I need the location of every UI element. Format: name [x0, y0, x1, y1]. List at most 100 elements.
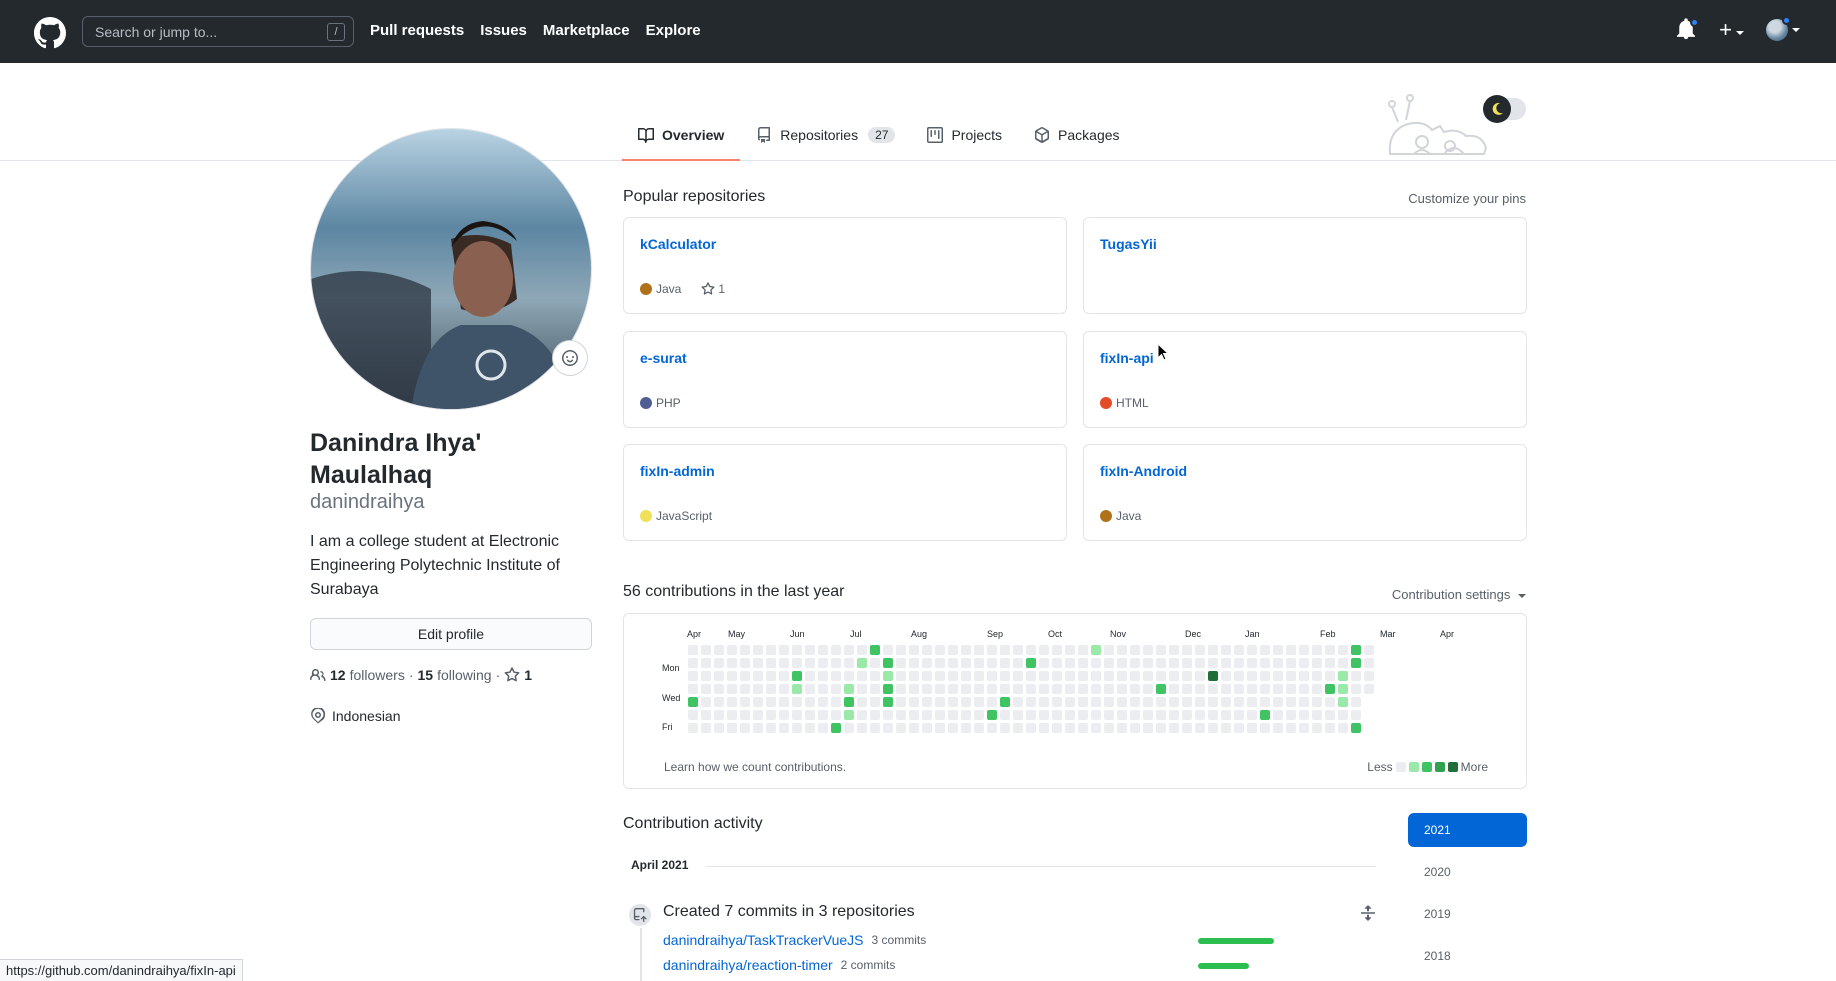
- contribution-day[interactable]: [727, 658, 737, 668]
- contribution-day[interactable]: [727, 723, 737, 733]
- contribution-day[interactable]: [753, 684, 763, 694]
- contribution-day[interactable]: [1286, 658, 1296, 668]
- pinned-repo-name[interactable]: e-surat: [640, 350, 687, 366]
- pinned-repo-name[interactable]: fixIn-Android: [1100, 463, 1187, 479]
- contribution-day[interactable]: [1117, 710, 1127, 720]
- contribution-day[interactable]: [701, 710, 711, 720]
- contribution-day[interactable]: [688, 645, 698, 655]
- contribution-day[interactable]: [909, 658, 919, 668]
- contribution-day[interactable]: [1143, 723, 1153, 733]
- contribution-day[interactable]: [922, 697, 932, 707]
- contribution-day[interactable]: [844, 658, 854, 668]
- contribution-day[interactable]: [1078, 684, 1088, 694]
- nav-explore[interactable]: Explore: [646, 22, 701, 39]
- contribution-day[interactable]: [987, 710, 997, 720]
- contribution-day[interactable]: [805, 645, 815, 655]
- contribution-day[interactable]: [1247, 645, 1257, 655]
- contribution-day[interactable]: [1013, 645, 1023, 655]
- following-count[interactable]: 15: [418, 667, 434, 683]
- profile-avatar[interactable]: [310, 128, 592, 410]
- activity-repo-link[interactable]: danindraihya/reaction-timer: [663, 957, 833, 973]
- contribution-day[interactable]: [987, 697, 997, 707]
- contribution-day[interactable]: [1169, 697, 1179, 707]
- contribution-day[interactable]: [909, 684, 919, 694]
- contribution-day[interactable]: [896, 645, 906, 655]
- contribution-day[interactable]: [1052, 645, 1062, 655]
- contribution-day[interactable]: [844, 697, 854, 707]
- contribution-day[interactable]: [1065, 697, 1075, 707]
- contribution-day[interactable]: [766, 658, 776, 668]
- pinned-repo-name[interactable]: fixIn-admin: [640, 463, 715, 479]
- contribution-day[interactable]: [740, 710, 750, 720]
- contribution-day[interactable]: [1052, 671, 1062, 681]
- contribution-day[interactable]: [714, 645, 724, 655]
- contribution-day[interactable]: [935, 658, 945, 668]
- contribution-day[interactable]: [1312, 671, 1322, 681]
- contribution-day[interactable]: [1221, 723, 1231, 733]
- stars-count[interactable]: 1: [524, 667, 532, 683]
- contribution-day[interactable]: [792, 723, 802, 733]
- contribution-day[interactable]: [688, 671, 698, 681]
- contribution-day[interactable]: [779, 645, 789, 655]
- contribution-day[interactable]: [1338, 710, 1348, 720]
- contribution-day[interactable]: [1039, 697, 1049, 707]
- contribution-day[interactable]: [792, 671, 802, 681]
- contribution-day[interactable]: [779, 684, 789, 694]
- contribution-day[interactable]: [1325, 684, 1335, 694]
- contribution-day[interactable]: [1143, 658, 1153, 668]
- contribution-day[interactable]: [818, 684, 828, 694]
- contribution-day[interactable]: [844, 645, 854, 655]
- contribution-day[interactable]: [1208, 684, 1218, 694]
- contribution-day[interactable]: [974, 671, 984, 681]
- contribution-day[interactable]: [831, 723, 841, 733]
- contribution-day[interactable]: [1117, 723, 1127, 733]
- contribution-day[interactable]: [1247, 684, 1257, 694]
- contribution-day[interactable]: [714, 697, 724, 707]
- nav-marketplace[interactable]: Marketplace: [543, 22, 630, 39]
- contribution-day[interactable]: [870, 684, 880, 694]
- contribution-day[interactable]: [857, 645, 867, 655]
- contribution-day[interactable]: [1299, 697, 1309, 707]
- contribution-day[interactable]: [779, 658, 789, 668]
- contribution-day[interactable]: [1221, 645, 1231, 655]
- contribution-day[interactable]: [1052, 684, 1062, 694]
- contribution-day[interactable]: [974, 710, 984, 720]
- contribution-day[interactable]: [1013, 671, 1023, 681]
- contribution-day[interactable]: [1052, 658, 1062, 668]
- contribution-day[interactable]: [1286, 645, 1296, 655]
- contribution-day[interactable]: [792, 684, 802, 694]
- contribution-day[interactable]: [1208, 671, 1218, 681]
- set-status-button[interactable]: [552, 340, 588, 376]
- contribution-day[interactable]: [1299, 723, 1309, 733]
- contribution-day[interactable]: [1117, 671, 1127, 681]
- contribution-day[interactable]: [883, 684, 893, 694]
- contribution-day[interactable]: [1351, 723, 1361, 733]
- contribution-day[interactable]: [857, 671, 867, 681]
- contribution-day[interactable]: [701, 697, 711, 707]
- contribution-day[interactable]: [1364, 671, 1374, 681]
- contribution-day[interactable]: [714, 658, 724, 668]
- contribution-day[interactable]: [1208, 658, 1218, 668]
- contribution-day[interactable]: [1247, 710, 1257, 720]
- contribution-day[interactable]: [961, 697, 971, 707]
- contribution-day[interactable]: [1182, 684, 1192, 694]
- contribution-day[interactable]: [1182, 723, 1192, 733]
- contribution-day[interactable]: [1273, 658, 1283, 668]
- contribution-day[interactable]: [1182, 697, 1192, 707]
- contribution-day[interactable]: [1273, 710, 1283, 720]
- notifications-bell-icon[interactable]: [1677, 18, 1700, 42]
- fold-icon[interactable]: [1360, 905, 1376, 921]
- contribution-day[interactable]: [1013, 684, 1023, 694]
- contribution-day[interactable]: [1208, 723, 1218, 733]
- contribution-day[interactable]: [1091, 710, 1101, 720]
- contribution-day[interactable]: [922, 684, 932, 694]
- contribution-day[interactable]: [1000, 684, 1010, 694]
- contribution-day[interactable]: [1013, 710, 1023, 720]
- contribution-day[interactable]: [896, 684, 906, 694]
- contribution-day[interactable]: [883, 723, 893, 733]
- contribution-day[interactable]: [987, 658, 997, 668]
- contribution-day[interactable]: [1130, 723, 1140, 733]
- contribution-day[interactable]: [1065, 671, 1075, 681]
- contribution-day[interactable]: [1156, 723, 1166, 733]
- pinned-repo-name[interactable]: fixIn-api: [1100, 350, 1154, 366]
